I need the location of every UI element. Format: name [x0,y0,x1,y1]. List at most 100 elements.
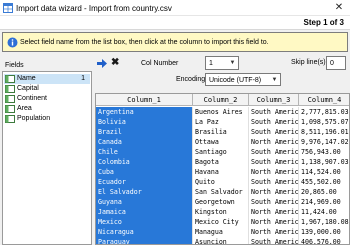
table-cell[interactable]: South America [249,157,299,167]
table-cell[interactable]: Brazil [96,127,193,137]
skip-lines-input[interactable]: 0 [326,56,346,70]
field-item-capital[interactable]: Capital [4,84,90,94]
table-row[interactable]: Nicaragua Managua North America 139,000.00 [96,227,349,237]
table-cell[interactable]: 455,502.00 [299,177,349,187]
table-cell[interactable]: Santiago [193,147,249,157]
table-cell[interactable]: North America [249,187,299,197]
field-name: Area [17,105,32,112]
column-header[interactable]: Column_1 [96,94,193,106]
col-number-select[interactable]: 1 ▼ [205,56,239,70]
arrow-right-icon[interactable] [97,59,107,68]
table-row[interactable]: Ecuador Quito South America 455,502.00 [96,177,349,187]
table-row[interactable]: Cuba Havana North America 114,524.00 [96,167,349,177]
table-cell[interactable]: 214,969.00 [299,197,349,207]
table-cell[interactable]: San Salvador [193,187,249,197]
table-cell[interactable]: Paraguay [96,237,193,244]
table-row[interactable]: Chile Santiago South America 756,943.00 [96,147,349,157]
table-cell[interactable]: Georgetown [193,197,249,207]
table-cell[interactable]: Bolivia [96,117,193,127]
table-cell[interactable]: 1,098,575.07 [299,117,349,127]
table-cell[interactable]: Guyana [96,197,193,207]
encoding-select[interactable]: Unicode (UTF-8) ▼ [205,73,281,86]
table-cell[interactable]: Argentina [96,107,193,117]
x-icon[interactable]: ✖ [111,58,121,68]
table-row[interactable]: Mexico Mexico City North America 1,967,180.… [96,217,349,227]
table-cell[interactable]: 9,976,147.026 [299,137,349,147]
table-row[interactable]: Canada Ottawa North America 9,976,147.026 [96,137,349,147]
table-icon [3,3,13,13]
table-cell[interactable]: El Salvador [96,187,193,197]
column-header[interactable]: Column_4 [299,94,349,106]
table-cell[interactable]: South America [249,177,299,187]
table-cell[interactable]: Ecuador [96,177,193,187]
table-cell[interactable]: Chile [96,147,193,157]
table-cell[interactable]: Mexico [96,217,193,227]
table-cell[interactable]: 8,511,196.015 [299,127,349,137]
table-cell[interactable]: 139,000.00 [299,227,349,237]
title-bar: Import data wizard - Import from country… [0,0,350,16]
table-row[interactable]: Paraguay Asuncion South America 406,576.00 [96,237,349,244]
hint-banner: Select field name from the list box, the… [2,32,348,52]
table-cell[interactable]: Quito [193,177,249,187]
table-cell[interactable]: South America [249,127,299,137]
table-cell[interactable]: Buenos Aires [193,107,249,117]
encoding-label: Encoding [176,76,206,83]
table-cell[interactable]: North America [249,227,299,237]
table-cell[interactable]: Havana [193,167,249,177]
table-cell[interactable]: 1,967,180.08 [299,217,349,227]
table-cell[interactable]: Bagota [193,157,249,167]
table-cell[interactable]: 756,943.00 [299,147,349,157]
table-cell[interactable]: Colombia [96,157,193,167]
table-cell[interactable]: North America [249,207,299,217]
table-cell[interactable]: Cuba [96,167,193,177]
column-header[interactable]: Column_3 [249,94,299,106]
field-item-area[interactable]: Area [4,104,90,114]
table-cell[interactable]: 114,524.00 [299,167,349,177]
data-preview-grid[interactable]: Column_1 Column_2 Column_3 Column_4 Arge… [95,93,350,245]
table-cell[interactable]: La Paz [193,117,249,127]
table-row[interactable]: Colombia Bagota South America 1,138,907.033 [96,157,349,167]
field-name: Population [17,115,51,122]
table-row[interactable]: Guyana Georgetown South America 214,969.00 [96,197,349,207]
table-cell[interactable]: Nicaragua [96,227,193,237]
table-cell[interactable]: North America [249,217,299,227]
table-cell[interactable]: 11,424.00 [299,207,349,217]
field-name: Name [17,75,36,82]
field-item-population[interactable]: Population [4,114,90,124]
table-cell[interactable]: 2,777,815.032 [299,107,349,117]
column-header[interactable]: Column_2 [193,94,249,106]
table-cell[interactable]: Managua [193,227,249,237]
table-cell[interactable]: Ottawa [193,137,249,147]
table-cell[interactable]: 406,576.00 [299,237,349,244]
close-button[interactable]: ✕ [328,0,350,16]
table-cell[interactable]: North America [249,167,299,177]
table-cell[interactable]: Kingston [193,207,249,217]
table-cell[interactable]: Jamaica [96,207,193,217]
table-cell[interactable]: North America [249,137,299,147]
table-row[interactable]: El Salvador San Salvador North America 20,8… [96,187,349,197]
step-header: Step 1 of 3 [0,16,350,30]
window-title: Import data wizard - Import from country… [16,4,172,13]
table-cell[interactable]: Canada [96,137,193,147]
table-cell[interactable]: South America [249,237,299,244]
table-cell[interactable]: 20,865.00 [299,187,349,197]
table-cell[interactable]: Brasilia [193,127,249,137]
table-cell[interactable]: South America [249,147,299,157]
field-item-name[interactable]: Name 1 [4,74,90,84]
table-row[interactable]: Brazil Brasilia South America 8,511,196.015 [96,127,349,137]
table-cell[interactable]: 1,138,907.033 [299,157,349,167]
col-number-value: 1 [209,60,213,67]
table-row[interactable]: Argentina Buenos Aires South America 2,777,… [96,107,349,117]
field-icon [5,115,15,123]
table-cell[interactable]: South America [249,117,299,127]
fields-list[interactable]: Name 1 Capital Continent Area Population [2,71,92,245]
table-cell[interactable]: South America [249,197,299,207]
field-icon [5,105,15,113]
table-row[interactable]: Jamaica Kingston North America 11,424.00 [96,207,349,217]
field-item-continent[interactable]: Continent [4,94,90,104]
grid-header: Column_1 Column_2 Column_3 Column_4 [96,94,349,106]
table-cell[interactable]: Asuncion [193,237,249,244]
table-row[interactable]: Bolivia La Paz South America 1,098,575.07 [96,117,349,127]
table-cell[interactable]: South America [249,107,299,117]
table-cell[interactable]: Mexico City [193,217,249,227]
